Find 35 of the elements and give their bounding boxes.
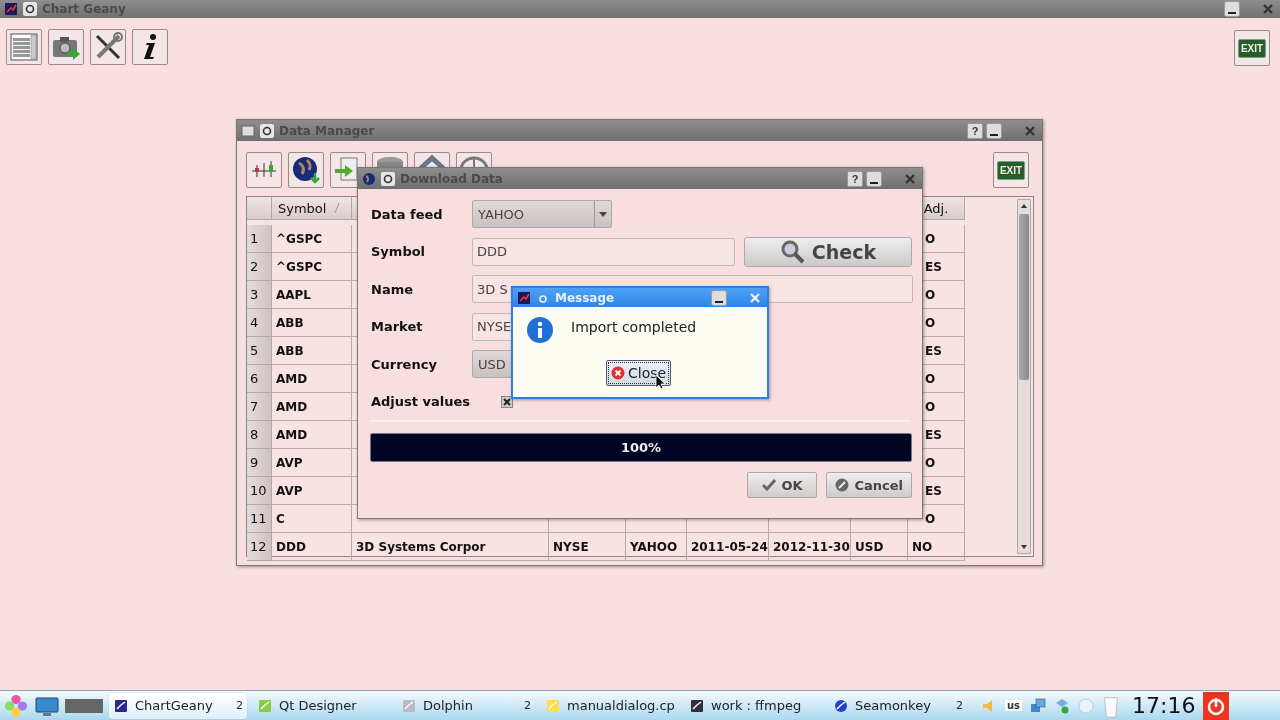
table-cell: AAPL — [272, 281, 352, 309]
message-text: Import completed — [571, 319, 697, 335]
table-cell: 3D Systems Corpor — [352, 533, 549, 561]
window-title: Download Data — [400, 171, 503, 186]
clock: 17:16 — [1132, 693, 1196, 718]
table-cell: AMD — [272, 421, 352, 449]
table-cell: AVP — [272, 477, 352, 505]
table-cell: NO — [908, 533, 965, 561]
table-cell: 2011-05-24 — [687, 533, 769, 561]
window-count: 2 — [524, 699, 531, 712]
window-title: Message — [555, 290, 615, 305]
table-cell: ABB — [272, 309, 352, 337]
window-title: Data Manager — [279, 123, 375, 138]
table-cell: AMD — [272, 365, 352, 393]
table-cell: AMD — [272, 393, 352, 421]
field-label: Market — [371, 319, 424, 335]
table-cell: USD — [851, 533, 908, 561]
table-cell: 2012-11-30 — [769, 533, 851, 561]
table-cell: DDD — [272, 533, 352, 561]
field-label: Symbol — [371, 244, 427, 260]
table-cell: C — [272, 505, 352, 533]
table-cell: AVP — [272, 449, 352, 477]
table-cell: ^GSPC — [272, 225, 352, 253]
table-cell: ABB — [272, 337, 352, 365]
table-cell: NYSE — [549, 533, 626, 561]
field-label: Adjust values — [371, 394, 472, 410]
field-label: Name — [371, 281, 414, 297]
window-title: Chart Geany — [42, 2, 126, 16]
table-cell: YAHOO — [626, 533, 687, 561]
table-cell: ^GSPC — [272, 253, 352, 281]
field-label: Data feed — [371, 206, 444, 222]
field-label: Currency — [371, 356, 438, 372]
window-count: 2 — [956, 699, 963, 712]
progress-text: 100% — [619, 439, 663, 457]
window-count: 2 — [236, 699, 243, 712]
